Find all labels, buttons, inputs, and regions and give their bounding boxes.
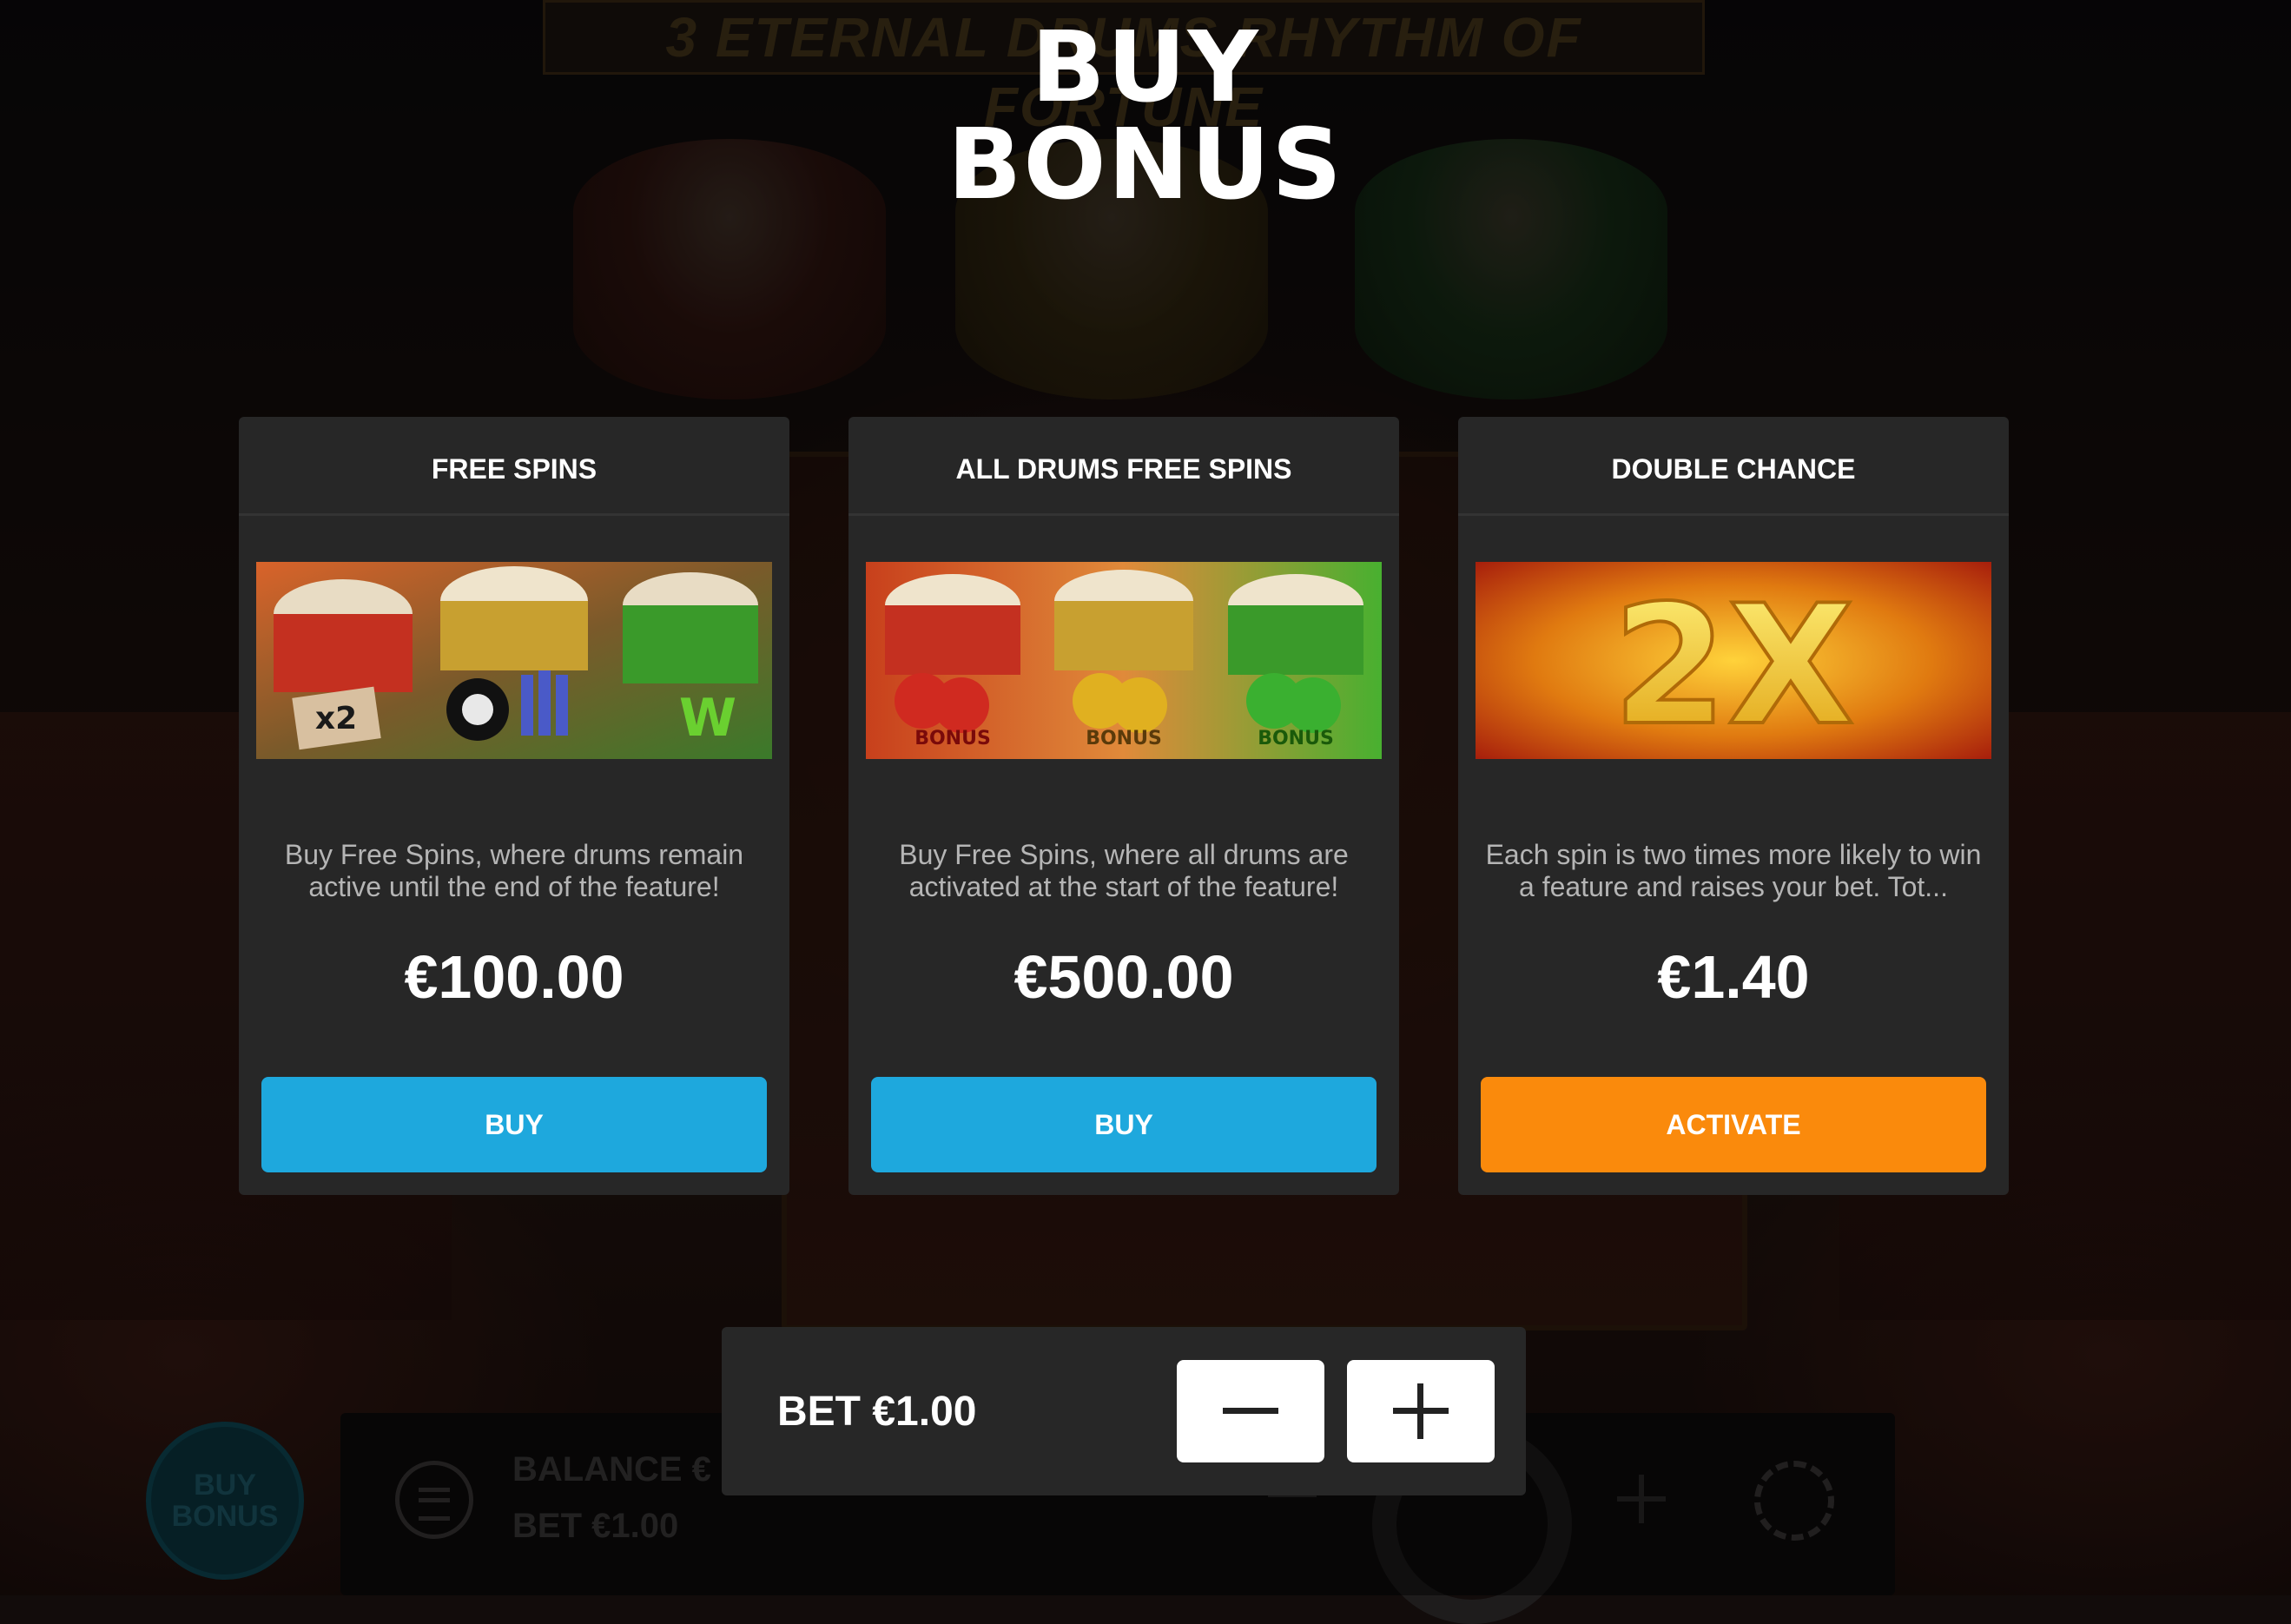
page-title: BUY BONUS: [0, 19, 2291, 214]
bonus-card-all-drums-free-spins: ALL DRUMS FREE SPINS BONUS BONUS BONUS B…: [848, 417, 1399, 1195]
bonus-card-double-chance: DOUBLE CHANCE 2X Each spin is two times …: [1458, 417, 2009, 1195]
card-description: Buy Free Spins, where drums remain activ…: [284, 839, 744, 902]
card-image-text-3: BONUS: [1258, 728, 1334, 749]
card-title: ALL DRUMS FREE SPINS: [848, 417, 1399, 516]
minus-icon: [1223, 1408, 1278, 1414]
card-title: DOUBLE CHANCE: [1458, 417, 2009, 516]
plus-icon: [1393, 1383, 1449, 1439]
bet-panel: BET €1.00: [722, 1327, 1526, 1495]
card-title: FREE SPINS: [239, 417, 789, 516]
card-price: €1.40: [1657, 943, 1810, 1011]
card-image-text: 2X: [1613, 570, 1855, 759]
bonus-card-free-spins: FREE SPINS x2 W Buy Free Spins, where dr…: [239, 417, 789, 1195]
title-line-1: BUY: [1031, 11, 1260, 124]
increase-bet-button[interactable]: [1347, 1360, 1495, 1462]
card-image-text-2: BONUS: [1086, 728, 1162, 749]
double-chance-image: 2X: [1476, 562, 1991, 759]
title-line-2: BONUS: [947, 109, 1344, 221]
free-spins-image: x2 W: [256, 562, 772, 759]
decrease-bet-button[interactable]: [1177, 1360, 1324, 1462]
card-description: Each spin is two times more likely to wi…: [1485, 839, 1982, 902]
svg-text:W: W: [679, 688, 736, 749]
all-drums-image: BONUS BONUS BONUS: [866, 562, 1382, 759]
card-image-text: x2: [315, 701, 357, 736]
card-price: €500.00: [1013, 943, 1234, 1011]
card-price: €100.00: [404, 943, 624, 1011]
card-description: Buy Free Spins, where all drums are acti…: [899, 839, 1349, 902]
bet-label: BET €1.00: [777, 1389, 977, 1435]
buy-all-drums-button[interactable]: BUY: [871, 1077, 1377, 1172]
buy-free-spins-button[interactable]: BUY: [261, 1077, 767, 1172]
activate-double-chance-button[interactable]: ACTIVATE: [1481, 1077, 1986, 1172]
card-image-text: BONUS: [914, 728, 991, 749]
